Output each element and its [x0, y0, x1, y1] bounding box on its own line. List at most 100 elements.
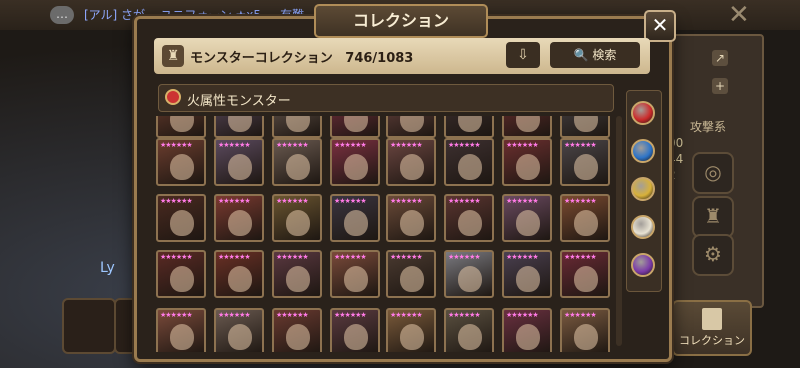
star-rating-icon: ★★★★★★	[564, 141, 597, 149]
monster-portrait	[286, 324, 310, 350]
monster-card[interactable]: ★★★★★★	[156, 138, 206, 186]
monster-card[interactable]: ★★★★★★	[444, 138, 494, 186]
star-rating-icon: ★★★★★★	[448, 197, 481, 205]
monster-card[interactable]: ★★★★★★	[444, 250, 494, 298]
plus-icon[interactable]: +	[712, 78, 728, 94]
light-element-icon[interactable]	[631, 215, 655, 239]
monster-card[interactable]: ★★★★★★	[214, 250, 264, 298]
monster-card[interactable]: ★★★★★★	[156, 308, 206, 352]
dark-element-icon[interactable]	[631, 253, 655, 277]
book-icon	[702, 308, 722, 330]
monster-card[interactable]: ★★★★★★	[330, 116, 380, 138]
star-rating-icon: ★★★★★★	[564, 311, 597, 319]
monster-card[interactable]: ★★★★★★	[560, 138, 610, 186]
star-rating-icon: ★★★★★★	[276, 197, 309, 205]
fire-attribute-icon	[165, 89, 181, 105]
monster-card[interactable]: ★★★★★★	[330, 194, 380, 242]
monster-card[interactable]: ★★★★★★	[272, 138, 322, 186]
collection-button[interactable]: コレクション	[672, 300, 752, 356]
monster-portrait	[400, 210, 424, 236]
monster-card[interactable]: ★★★★★★	[272, 116, 322, 138]
monster-portrait	[574, 154, 598, 180]
monster-card[interactable]: ★★★★★★	[560, 250, 610, 298]
helmet-icon[interactable]: ♜	[692, 196, 734, 238]
monster-card[interactable]: ★★★★★★	[156, 194, 206, 242]
monster-card[interactable]: ★★★★★★	[560, 116, 610, 138]
monster-card[interactable]: ★★★★★★	[444, 116, 494, 138]
attribute-filter-bar[interactable]: 火属性モンスター	[158, 84, 614, 112]
monster-portrait	[344, 116, 368, 132]
monster-portrait	[458, 154, 482, 180]
external-link-icon[interactable]: ↗	[712, 50, 728, 66]
modal-title: コレクション	[314, 4, 488, 38]
collection-header: ♜ モンスターコレクション 746/1083 ⇩ 🔍 検索	[154, 38, 650, 74]
monster-slot[interactable]	[62, 298, 116, 354]
monster-card[interactable]: ★★★★★★	[502, 194, 552, 242]
attribute-label: 火属性モンスター	[187, 94, 291, 109]
monster-portrait	[574, 324, 598, 350]
monster-card[interactable]: ★★★★★★	[386, 194, 436, 242]
chat-icon[interactable]: …	[50, 6, 74, 24]
monster-portrait	[574, 266, 598, 292]
monster-card[interactable]: ★★★★★★	[330, 250, 380, 298]
monster-card[interactable]: ★★★★★★	[502, 116, 552, 138]
monster-card[interactable]: ★★★★★★	[560, 308, 610, 352]
water-element-icon[interactable]	[631, 139, 655, 163]
element-filter-bar	[626, 90, 662, 292]
monster-portrait	[574, 210, 598, 236]
monster-card[interactable]: ★★★★★★	[444, 308, 494, 352]
monster-card[interactable]: ★★★★★★	[214, 308, 264, 352]
swirl-icon[interactable]: ◎	[692, 152, 734, 194]
star-rating-icon: ★★★★★★	[334, 197, 367, 205]
close-button[interactable]: ✕	[644, 10, 676, 42]
monster-portrait	[170, 154, 194, 180]
monster-card[interactable]: ★★★★★★	[272, 250, 322, 298]
monster-card[interactable]: ★★★★★★	[330, 308, 380, 352]
monster-portrait	[400, 154, 424, 180]
star-rating-icon: ★★★★★★	[334, 253, 367, 261]
search-button[interactable]: 🔍 検索	[550, 42, 640, 68]
fire-element-icon[interactable]	[631, 101, 655, 125]
star-rating-icon: ★★★★★★	[218, 253, 251, 261]
sort-button[interactable]: ⇩	[506, 42, 540, 68]
monster-portrait	[344, 154, 368, 180]
monster-portrait	[458, 116, 482, 132]
star-rating-icon: ★★★★★★	[160, 311, 193, 319]
grid-scrollbar[interactable]	[616, 116, 622, 346]
monster-portrait	[170, 210, 194, 236]
collection-title: モンスターコレクション 746/1083	[190, 47, 413, 66]
star-rating-icon: ★★★★★★	[218, 197, 251, 205]
monster-card[interactable]: ★★★★★★	[272, 308, 322, 352]
monster-portrait	[170, 324, 194, 350]
monster-card[interactable]: ★★★★★★	[214, 138, 264, 186]
monster-card[interactable]: ★★★★★★	[272, 194, 322, 242]
monster-portrait	[344, 210, 368, 236]
monster-card[interactable]: ★★★★★★	[444, 194, 494, 242]
monster-card[interactable]: ★★★★★★	[214, 116, 264, 138]
monster-card[interactable]: ★★★★★★	[386, 138, 436, 186]
monster-card[interactable]: ★★★★★★	[560, 194, 610, 242]
search-button-label: 検索	[592, 48, 617, 62]
star-rating-icon: ★★★★★★	[276, 253, 309, 261]
collection-button-label: コレクション	[679, 334, 745, 347]
monster-card[interactable]: ★★★★★★	[156, 116, 206, 138]
monster-card[interactable]: ★★★★★★	[502, 250, 552, 298]
star-rating-icon: ★★★★★★	[276, 141, 309, 149]
star-rating-icon: ★★★★★★	[506, 311, 539, 319]
monster-portrait	[458, 210, 482, 236]
star-rating-icon: ★★★★★★	[160, 197, 193, 205]
monster-card[interactable]: ★★★★★★	[502, 308, 552, 352]
monster-card[interactable]: ★★★★★★	[330, 138, 380, 186]
monster-card[interactable]: ★★★★★★	[156, 250, 206, 298]
monster-card[interactable]: ★★★★★★	[386, 308, 436, 352]
monster-card[interactable]: ★★★★★★	[214, 194, 264, 242]
monster-card[interactable]: ★★★★★★	[386, 250, 436, 298]
monster-card[interactable]: ★★★★★★	[502, 138, 552, 186]
gear-icon[interactable]: ⚙	[692, 234, 734, 276]
star-rating-icon: ★★★★★★	[390, 311, 423, 319]
monster-portrait	[458, 266, 482, 292]
background-close-icon[interactable]: ✕	[728, 0, 750, 30]
monster-portrait	[228, 324, 252, 350]
monster-card[interactable]: ★★★★★★	[386, 116, 436, 138]
wind-element-icon[interactable]	[631, 177, 655, 201]
